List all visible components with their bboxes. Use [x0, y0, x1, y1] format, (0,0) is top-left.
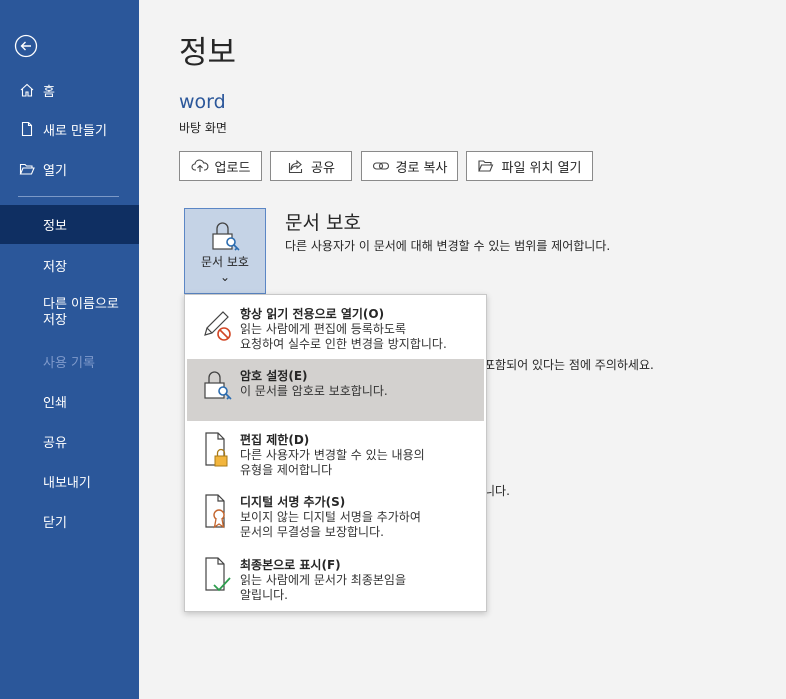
menu-item-title: 편집 제한(D) [240, 433, 310, 447]
sidebar-item-close[interactable]: 닫기 [0, 511, 139, 531]
upload-icon [191, 158, 209, 174]
sidebar-item-export[interactable]: 내보내기 [0, 471, 139, 491]
sidebar-item-save[interactable]: 저장 [0, 255, 139, 275]
lock-key-icon [208, 219, 242, 253]
menu-item-mark-as-final[interactable]: 최종본으로 표시(F) 읽는 사람에게 문서가 최종본임을 알립니다. [187, 550, 484, 610]
sidebar-item-label: 공유 [43, 435, 67, 451]
menu-item-description: 다른 사용자가 변경할 수 있는 내용의 유형을 제어합니다 [240, 448, 425, 477]
menu-item-title: 항상 읽기 전용으로 열기(O) [240, 307, 385, 321]
protect-document-menu: 항상 읽기 전용으로 열기(O) 읽는 사람에게 편집에 등록하도록 요청하여 … [184, 294, 487, 612]
page-title: 정보 [179, 35, 237, 71]
sidebar-item-label: 인쇄 [43, 395, 67, 411]
sidebar-item-new[interactable]: 새로 만들기 [0, 118, 139, 140]
menu-item-description: 읽는 사람에게 문서가 최종본임을 알립니다. [240, 573, 407, 602]
menu-item-restrict-editing[interactable]: 편집 제한(D) 다른 사용자가 변경할 수 있는 내용의 유형을 제어합니다 [187, 423, 484, 483]
inspect-section-partial-text: 포함되어 있다는 점에 주의하세요. [484, 358, 654, 372]
document-lock-icon [201, 431, 235, 471]
home-icon [18, 81, 36, 99]
backstage-sidebar: 홈 새로 만들기 열기 정보 저장 다른 이름으로 저장 사용 기록 인쇄 공유… [0, 0, 139, 699]
menu-item-description: 이 문서를 암호로 보호합니다. [240, 384, 388, 398]
menu-item-encrypt-with-password[interactable]: 암호 설정(E) 이 문서를 암호로 보호합니다. [187, 359, 484, 421]
sidebar-item-save-as[interactable]: 다른 이름으로 저장 [0, 296, 120, 330]
document-location: 바탕 화면 [179, 121, 227, 135]
copy-path-button-label: 경로 복사 [395, 160, 448, 176]
protect-section-description: 다른 사용자가 이 문서에 대해 변경할 수 있는 범위를 제어합니다. [285, 239, 611, 253]
lock-key-icon [201, 367, 235, 407]
sidebar-item-label: 내보내기 [43, 475, 91, 491]
menu-item-title: 최종본으로 표시(F) [240, 558, 341, 572]
sidebar-item-label: 홈 [43, 84, 55, 100]
menu-item-description: 읽는 사람에게 편집에 등록하도록 요청하여 실수로 인한 변경을 방지합니다. [240, 322, 447, 351]
open-file-location-button[interactable]: 파일 위치 열기 [466, 151, 593, 181]
sidebar-item-history: 사용 기록 [0, 351, 139, 371]
open-file-location-button-label: 파일 위치 열기 [501, 160, 582, 176]
sidebar-item-home[interactable]: 홈 [0, 79, 139, 101]
sidebar-item-label: 다른 이름으로 저장 [43, 297, 119, 328]
sidebar-divider [18, 196, 119, 197]
menu-item-title: 암호 설정(E) [240, 369, 308, 383]
back-arrow-icon[interactable] [14, 34, 38, 58]
sidebar-item-info[interactable]: 정보 [0, 205, 139, 244]
sidebar-item-share[interactable]: 공유 [0, 431, 139, 451]
versions-section-partial-text: 니다. [484, 484, 510, 498]
upload-button-label: 업로드 [214, 160, 251, 176]
sidebar-item-label: 정보 [43, 219, 67, 234]
new-document-icon [18, 120, 36, 138]
document-check-icon [201, 556, 235, 596]
upload-button[interactable]: 업로드 [179, 151, 262, 181]
pencil-prohibited-icon [201, 303, 235, 343]
share-icon [287, 158, 305, 174]
share-button[interactable]: 공유 [270, 151, 352, 181]
copy-path-button[interactable]: 경로 복사 [361, 151, 458, 181]
menu-item-title: 디지털 서명 추가(S) [240, 495, 346, 509]
menu-item-description: 보이지 않는 디지털 서명을 추가하여 문서의 무결성을 보장합니다. [240, 510, 421, 539]
sidebar-item-label: 열기 [43, 163, 67, 179]
folder-open-icon [18, 160, 36, 178]
sidebar-item-label: 새로 만들기 [43, 123, 107, 139]
sidebar-item-label: 닫기 [43, 515, 67, 531]
menu-item-add-digital-signature[interactable]: 디지털 서명 추가(S) 보이지 않는 디지털 서명을 추가하여 문서의 무결성… [187, 487, 484, 547]
link-icon [372, 158, 390, 174]
protect-document-label: 문서 보호 ⌄ [201, 255, 249, 284]
sidebar-item-open[interactable]: 열기 [0, 158, 139, 180]
sidebar-item-label: 사용 기록 [43, 355, 95, 371]
menu-item-always-open-read-only[interactable]: 항상 읽기 전용으로 열기(O) 읽는 사람에게 편집에 등록하도록 요청하여 … [187, 297, 484, 357]
sidebar-item-label: 저장 [43, 259, 67, 275]
folder-icon [477, 158, 495, 174]
document-name: word [179, 91, 226, 113]
protect-section-title: 문서 보호 [285, 212, 361, 234]
share-button-label: 공유 [311, 160, 335, 176]
document-ribbon-icon [201, 493, 235, 533]
protect-document-button[interactable]: 문서 보호 ⌄ [184, 208, 266, 294]
sidebar-item-print[interactable]: 인쇄 [0, 391, 139, 411]
